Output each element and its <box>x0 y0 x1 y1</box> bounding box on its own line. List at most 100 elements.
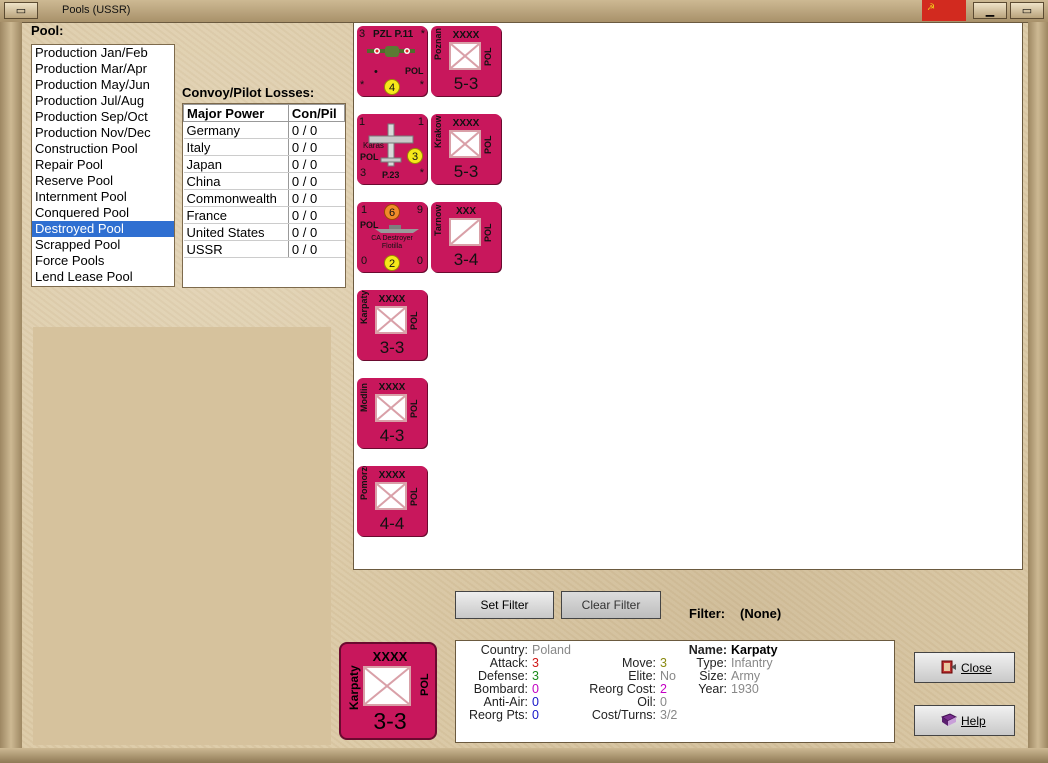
power-cell: Germany <box>183 121 289 139</box>
pool-item[interactable]: Scrapped Pool <box>32 237 174 253</box>
unit-country: POL <box>419 673 431 696</box>
power-cell: United States <box>183 223 289 241</box>
table-row[interactable]: Commonwealth 0 / 0 <box>183 189 345 207</box>
pool-item[interactable]: Repair Pool <box>32 157 174 173</box>
yellow-circle-value: 4 <box>384 79 400 95</box>
close-door-icon <box>941 660 956 674</box>
unit-name: Pomorze <box>359 466 369 500</box>
losses-table[interactable]: Major Power Con/Pil Germany 0 / 0 Italy 0 /… <box>182 103 346 288</box>
pool-list[interactable]: Production Jan/Feb Production Mar/Apr Pr… <box>31 44 175 287</box>
pool-item[interactable]: Construction Pool <box>32 141 174 157</box>
pool-item[interactable]: Production Sep/Oct <box>32 109 174 125</box>
power-cell: Italy <box>183 138 289 156</box>
help-book-icon <box>941 713 957 726</box>
pool-item[interactable]: Production May/Jun <box>32 77 174 93</box>
pool-item[interactable]: Lend Lease Pool <box>32 269 174 285</box>
pool-item[interactable]: Production Mar/Apr <box>32 61 174 77</box>
column-header[interactable]: Con/Pil <box>287 104 345 122</box>
unit-name: Karpaty <box>347 665 361 710</box>
bottom-frame <box>0 748 1048 763</box>
restore-button[interactable]: ▭ <box>1010 2 1044 19</box>
unit-strength: 4-4 <box>379 514 405 533</box>
table-row[interactable]: Germany 0 / 0 <box>183 121 345 139</box>
minimize-button[interactable]: ▁ <box>973 2 1007 19</box>
detail-label: Type: <box>696 656 727 670</box>
help-button[interactable]: Help <box>914 705 1015 736</box>
unit-country: POL <box>483 223 493 242</box>
air-counter-karas-p23[interactable]: 1 1 Karas POL 3 3 P.23 * <box>357 114 427 184</box>
pool-item[interactable]: Production Nov/Dec <box>32 125 174 141</box>
unit-name: Tarnow <box>433 204 443 236</box>
land-counter-poznan[interactable]: XXXX Poznan POL 5-3 <box>431 26 501 96</box>
land-counter-modlin[interactable]: XXXX Modlin POL 4-3 <box>357 378 427 448</box>
table-row[interactable]: Japan 0 / 0 <box>183 155 345 173</box>
menu-icon: ▭ <box>15 5 27 17</box>
land-counter-tarnow[interactable]: XXX Tarnow POL 3-4 <box>431 202 501 272</box>
pool-item[interactable]: Production Jan/Feb <box>32 45 174 61</box>
pool-item-selected[interactable]: Destroyed Pool <box>32 221 174 237</box>
naval-counter-destroyer-flotilla[interactable]: 1 6 9 POL CA Destroyer Flotilla 0 2 0 <box>357 202 427 272</box>
infantry-icon <box>375 306 407 334</box>
detail-country: Poland <box>532 643 571 657</box>
detail-label: Attack: <box>489 656 528 670</box>
unit-strength: 3-3 <box>373 708 407 734</box>
pool-item[interactable]: Force Pools <box>32 253 174 269</box>
power-cell: China <box>183 172 289 190</box>
yellow-circle-value: 3 <box>407 148 423 164</box>
losses-cell: 0 / 0 <box>288 172 345 190</box>
unit-strength: 3-3 <box>379 338 405 357</box>
unit-country: POL <box>409 487 419 506</box>
pool-label: Pool: <box>31 23 64 38</box>
land-counter-pomorze[interactable]: XXXX Pomorze POL 4-4 <box>357 466 427 536</box>
unit-name: PZL P.11 <box>373 29 414 40</box>
unit-name: Krakow <box>433 115 443 148</box>
losses-cell: 0 / 0 <box>288 155 345 173</box>
window-title: Pools (USSR) <box>62 4 131 16</box>
unit-size: XXXX <box>452 118 480 129</box>
detail-year: 1930 <box>731 682 759 696</box>
table-row[interactable]: France 0 / 0 <box>183 206 345 224</box>
unit-size: XXX <box>455 206 476 217</box>
right-frame <box>1028 22 1048 763</box>
column-header[interactable]: Major Power <box>183 104 289 122</box>
table-row[interactable]: United States 0 / 0 <box>183 223 345 241</box>
unit-name: Modlin <box>359 383 369 412</box>
detail-reorg-cost: 2 <box>660 682 667 696</box>
counter-value: * <box>419 79 424 91</box>
pool-item[interactable]: Internment Pool <box>32 189 174 205</box>
empty-panel <box>33 327 331 745</box>
left-frame <box>0 22 22 763</box>
counter-value: * <box>420 28 425 40</box>
pool-item[interactable]: Conquered Pool <box>32 205 174 221</box>
system-menu-button[interactable]: ▭ <box>4 2 38 19</box>
detail-anti-air: 0 <box>532 695 539 709</box>
unit-strength: 5-3 <box>453 74 479 93</box>
table-row[interactable]: USSR 0 / 0 <box>183 240 345 258</box>
losses-cell: 0 / 0 <box>288 240 345 258</box>
losses-cell: 0 / 0 <box>288 206 345 224</box>
detail-move: 3 <box>660 656 667 670</box>
losses-cell: 0 / 0 <box>288 223 345 241</box>
unit-name: CA Destroyer Flotilla <box>371 235 413 250</box>
filter-value: (None) <box>740 606 782 621</box>
unit-pool-area[interactable]: 3 PZL P.11 * • POL * * 4 XXXX Poznan POL… <box>353 22 1023 570</box>
clear-filter-button[interactable]: Clear Filter <box>561 591 661 619</box>
table-row[interactable]: China 0 / 0 <box>183 172 345 190</box>
pool-item[interactable]: Reserve Pool <box>32 173 174 189</box>
unit-name: Poznan <box>433 27 443 60</box>
fighter-plane-icon <box>367 46 415 57</box>
detail-label: Cost/Turns: <box>591 708 656 722</box>
air-counter-pzl-p11[interactable]: 3 PZL P.11 * • POL * * 4 <box>357 26 427 96</box>
unit-country: POL <box>483 47 493 66</box>
dot-icon: • <box>374 66 378 78</box>
land-counter-krakow[interactable]: XXXX Krakow POL 5-3 <box>431 114 501 184</box>
power-cell: Japan <box>183 155 289 173</box>
close-button[interactable]: Close <box>914 652 1015 683</box>
counter-value: 1 <box>361 204 368 216</box>
detail-label: Name: <box>688 643 727 657</box>
land-counter-karpaty[interactable]: XXXX Karpaty POL 3-3 <box>357 290 427 360</box>
unit-size: XXXX <box>378 294 406 305</box>
pool-item[interactable]: Production Jul/Aug <box>32 93 174 109</box>
table-row[interactable]: Italy 0 / 0 <box>183 138 345 156</box>
set-filter-button[interactable]: Set Filter <box>455 591 554 619</box>
